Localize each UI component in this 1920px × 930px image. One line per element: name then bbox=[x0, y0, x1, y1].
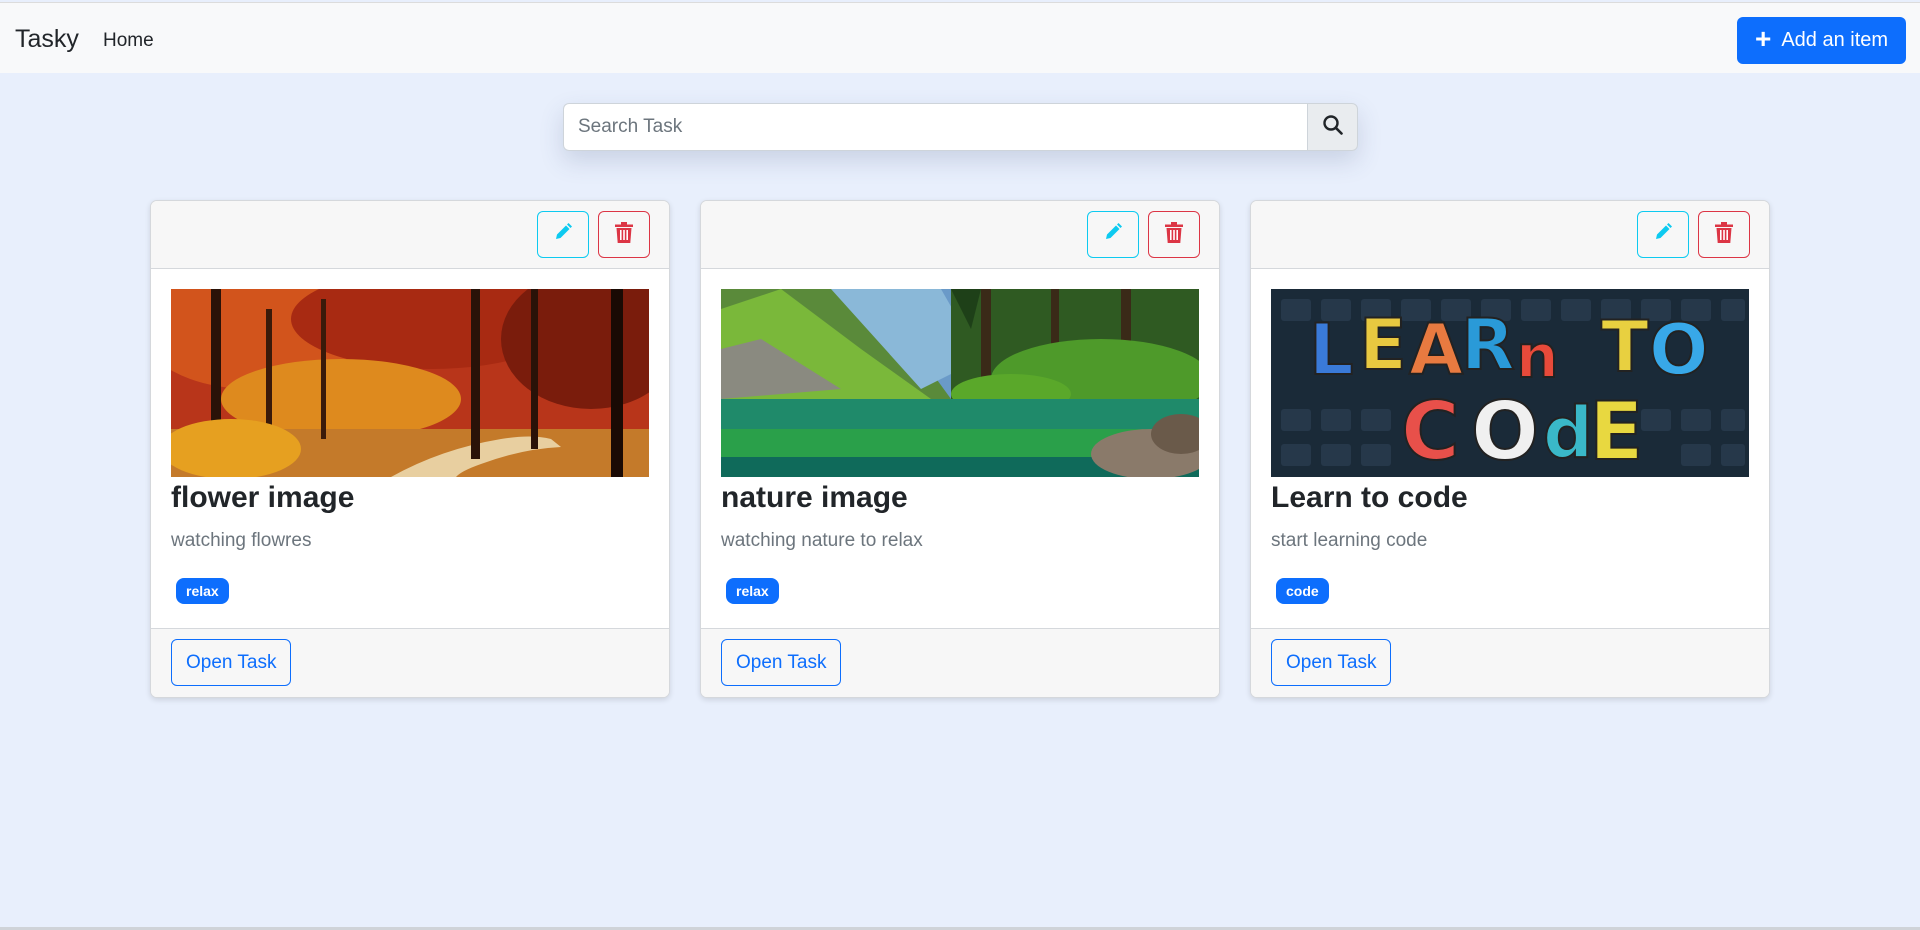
search-button[interactable] bbox=[1307, 103, 1358, 151]
brand-logo[interactable]: Tasky bbox=[15, 25, 79, 54]
svg-text:E: E bbox=[1359, 304, 1407, 386]
pencil-icon bbox=[1653, 222, 1673, 247]
tag-badge: code bbox=[1276, 578, 1329, 604]
card-header bbox=[701, 201, 1219, 269]
search-input[interactable] bbox=[563, 103, 1307, 151]
edit-button[interactable] bbox=[1087, 211, 1139, 258]
search-bar bbox=[563, 103, 1358, 151]
search-icon bbox=[1322, 114, 1344, 141]
card-image bbox=[171, 289, 649, 477]
card-title: nature image bbox=[721, 481, 908, 514]
delete-button[interactable] bbox=[1148, 211, 1200, 258]
card-description: watching flowres bbox=[171, 530, 312, 551]
delete-button[interactable] bbox=[1698, 211, 1750, 258]
card-body: L E A R n T O C O d E Learn to code star… bbox=[1251, 269, 1769, 629]
svg-text:R: R bbox=[1461, 304, 1515, 386]
pencil-icon bbox=[1103, 222, 1123, 247]
tag-badge: relax bbox=[176, 578, 229, 604]
card-title: Learn to code bbox=[1271, 481, 1468, 514]
svg-text:T: T bbox=[1601, 306, 1649, 388]
add-item-label: Add an item bbox=[1781, 29, 1889, 51]
task-card: flower image watching flowres relax Open… bbox=[150, 200, 670, 698]
delete-button[interactable] bbox=[598, 211, 650, 258]
svg-text:O: O bbox=[1471, 385, 1539, 477]
trash-icon bbox=[1715, 221, 1733, 248]
task-card: nature image watching nature to relax re… bbox=[700, 200, 1220, 698]
svg-text:L: L bbox=[1309, 309, 1354, 391]
open-task-button[interactable]: Open Task bbox=[1271, 639, 1392, 686]
card-footer: Open Task bbox=[1251, 628, 1769, 697]
edit-button[interactable] bbox=[1637, 211, 1689, 258]
card-image: L E A R n T O C O d E bbox=[1271, 289, 1749, 477]
card-header bbox=[151, 201, 669, 269]
trash-icon bbox=[615, 221, 633, 248]
trash-icon bbox=[1165, 221, 1183, 248]
svg-text:C: C bbox=[1401, 385, 1460, 477]
svg-text:A: A bbox=[1409, 309, 1463, 391]
card-title: flower image bbox=[171, 481, 355, 514]
card-body: nature image watching nature to relax re… bbox=[701, 269, 1219, 629]
nav-home-link[interactable]: Home bbox=[103, 30, 154, 52]
card-body: flower image watching flowres relax bbox=[151, 269, 669, 629]
add-item-button[interactable]: + Add an item bbox=[1737, 17, 1906, 64]
card-header bbox=[1251, 201, 1769, 269]
card-description: start learning code bbox=[1271, 530, 1428, 551]
tag-badge: relax bbox=[726, 578, 779, 604]
card-footer: Open Task bbox=[701, 628, 1219, 697]
plus-icon: + bbox=[1754, 23, 1772, 54]
svg-text:E: E bbox=[1589, 385, 1644, 477]
svg-text:O: O bbox=[1649, 309, 1709, 391]
svg-text:d: d bbox=[1543, 392, 1593, 474]
navbar: Tasky Home + Add an item bbox=[0, 2, 1920, 73]
pencil-icon bbox=[553, 222, 573, 247]
card-footer: Open Task bbox=[151, 628, 669, 697]
card-description: watching nature to relax bbox=[721, 530, 923, 551]
open-task-button[interactable]: Open Task bbox=[171, 639, 292, 686]
edit-button[interactable] bbox=[537, 211, 589, 258]
svg-text:n: n bbox=[1516, 322, 1559, 392]
task-card: L E A R n T O C O d E Learn to code star… bbox=[1250, 200, 1770, 698]
open-task-button[interactable]: Open Task bbox=[721, 639, 842, 686]
card-image bbox=[721, 289, 1199, 477]
